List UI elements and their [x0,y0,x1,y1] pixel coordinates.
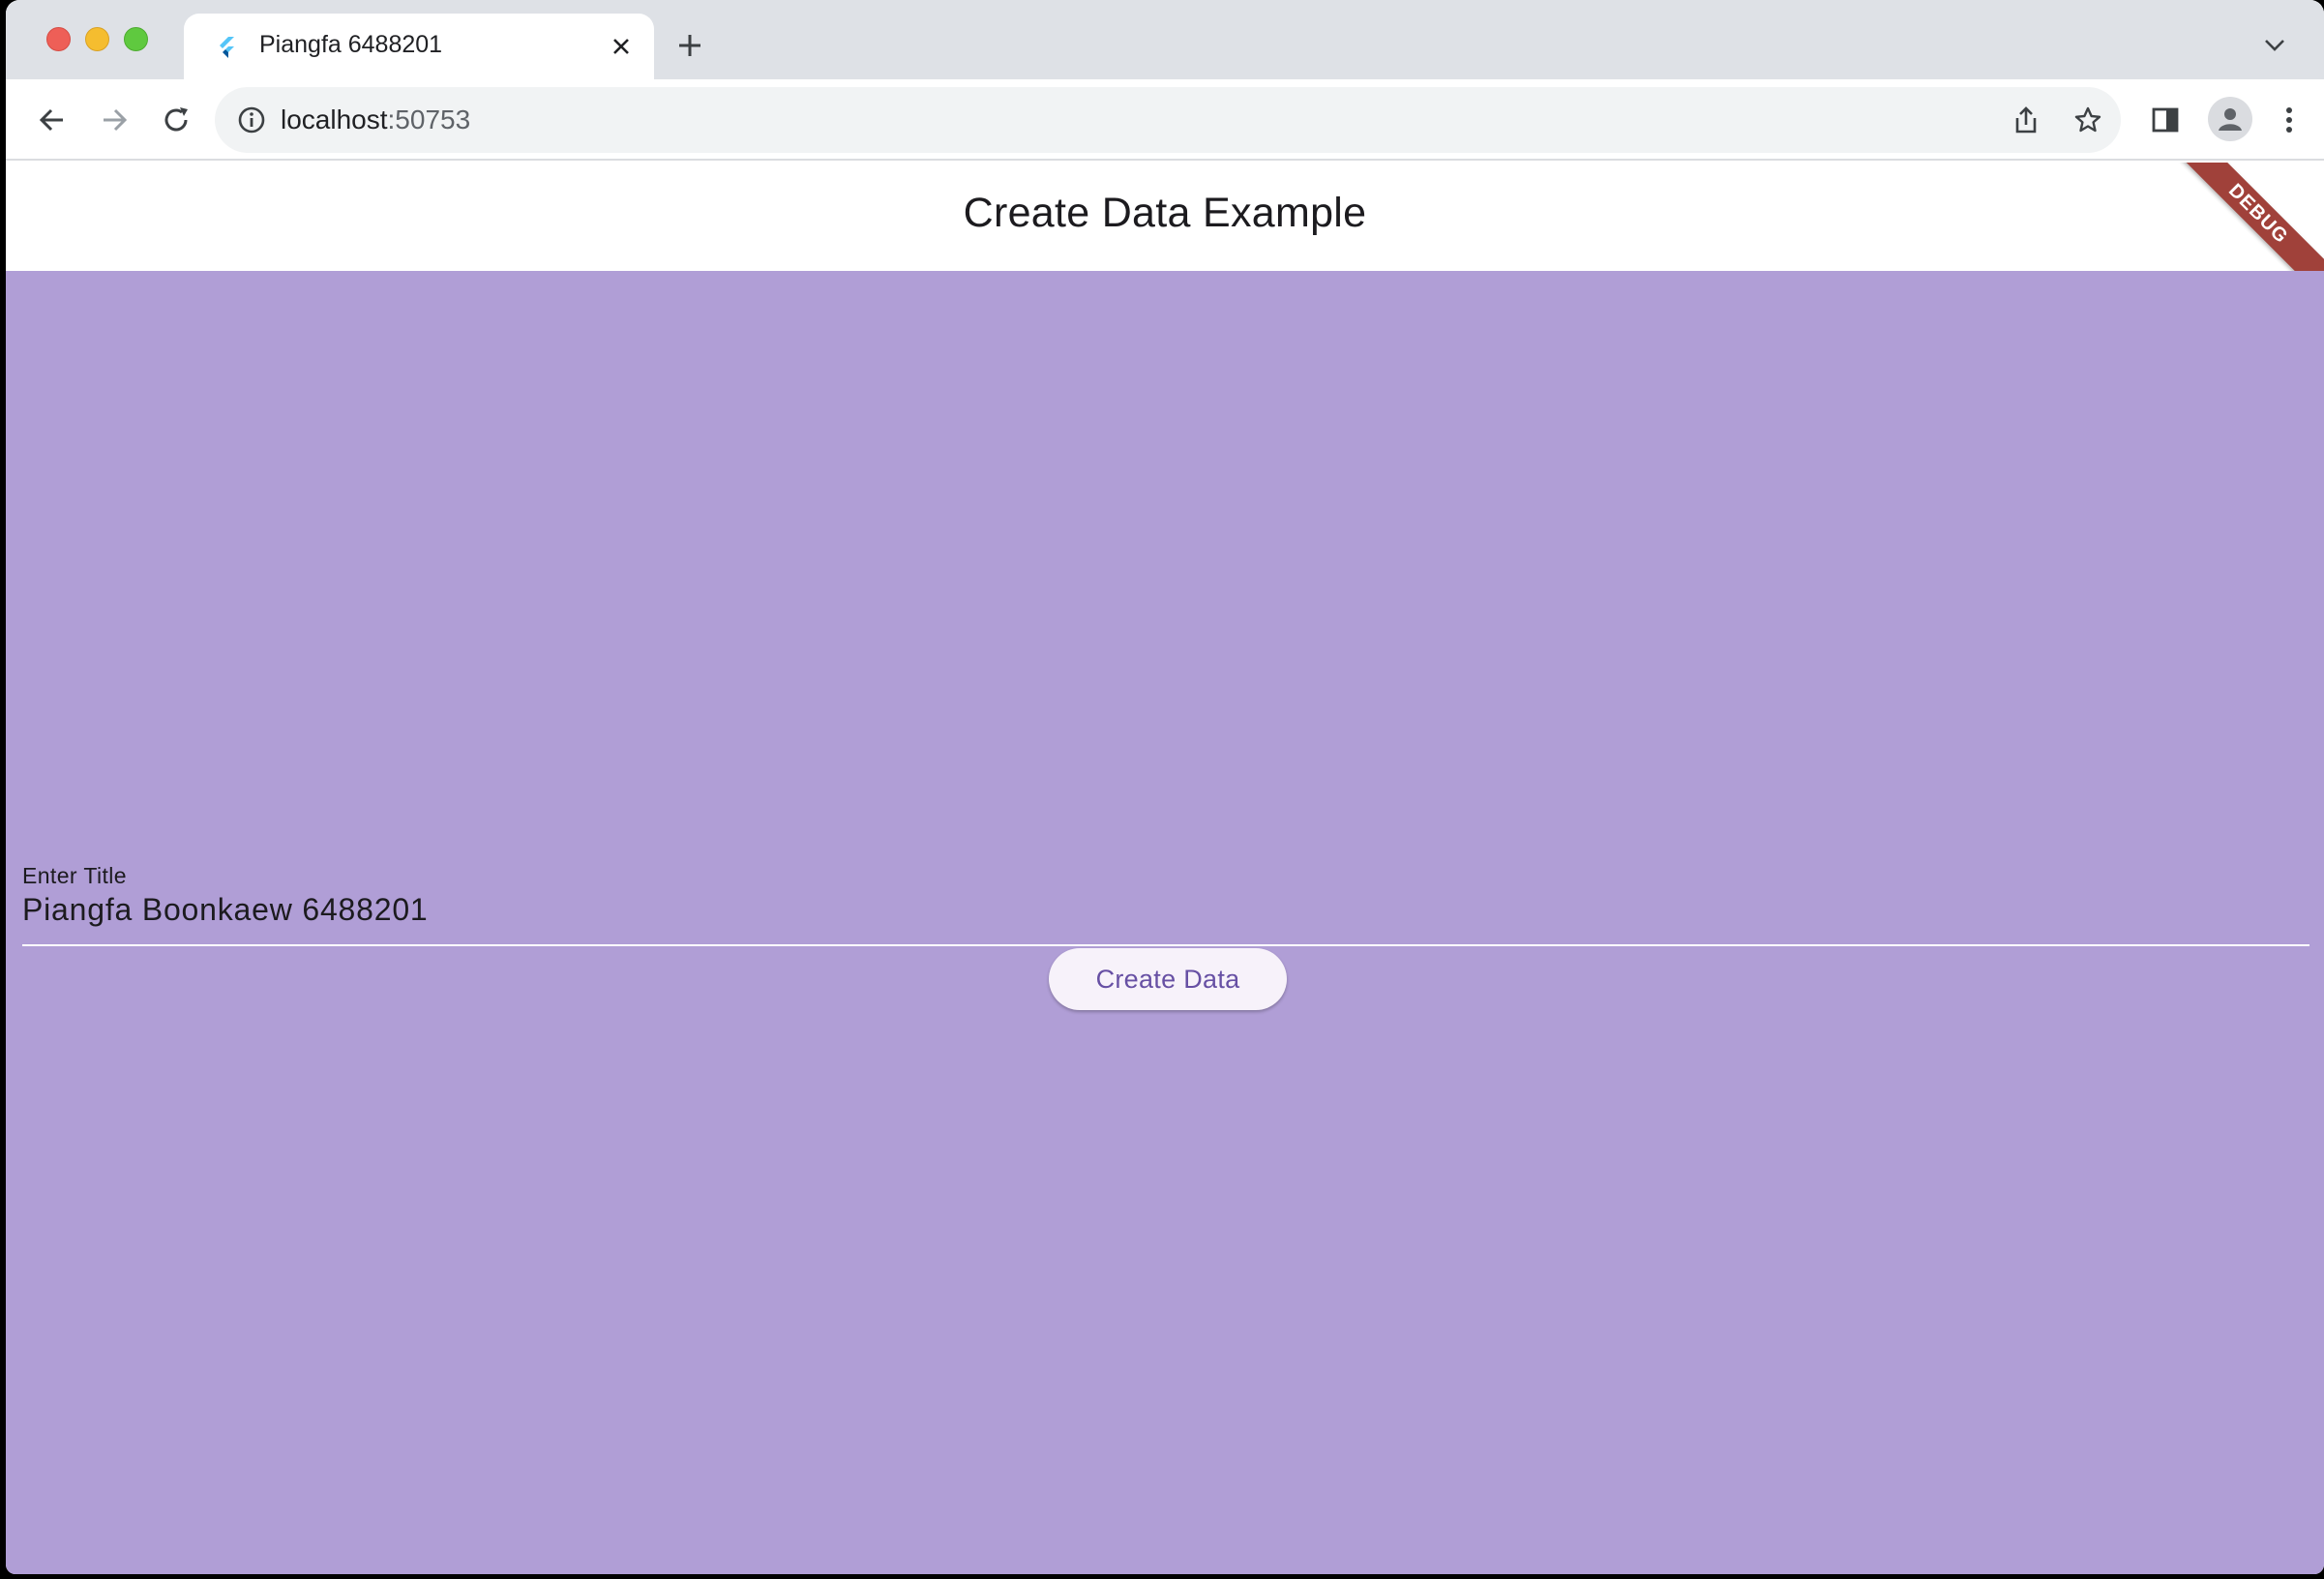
title-input-underline [22,944,2309,946]
browser-toolbar: localhost:50753 [6,79,2324,161]
more-menu-icon[interactable] [2268,99,2310,141]
close-window-button[interactable] [46,27,71,51]
side-panel-icon[interactable] [2144,99,2187,141]
app-bar: Create Data Example DEBUG [6,163,2324,271]
bookmark-star-icon[interactable] [2071,103,2105,137]
tab-strip: Piangfa 6488201 [6,0,2324,79]
title-field-label: Enter Title [22,863,127,888]
chevron-down-icon[interactable] [2260,31,2289,60]
minimize-window-button[interactable] [85,27,109,51]
app-body: Enter Title Piangfa Boonkaew 6488201 Cre… [6,271,2324,1574]
browser-window: Piangfa 6488201 localhost:50753 Create D… [6,0,2324,1574]
tab-title: Piangfa 6488201 [259,31,443,58]
flutter-icon [220,37,234,58]
url-host: localhost [281,104,388,134]
address-bar[interactable]: localhost:50753 [215,87,2121,153]
page-title: Create Data Example [963,190,1367,236]
info-icon[interactable] [236,104,267,135]
close-tab-icon[interactable] [606,31,637,62]
maximize-window-button[interactable] [124,27,148,51]
forward-arrow-icon[interactable] [93,99,135,141]
back-arrow-icon[interactable] [31,99,74,141]
title-input[interactable]: Piangfa Boonkaew 6488201 [22,892,429,928]
profile-avatar-icon[interactable] [2208,97,2252,141]
browser-tab[interactable]: Piangfa 6488201 [184,14,654,79]
url-port: :50753 [387,104,471,134]
create-data-button[interactable]: Create Data [1049,948,1287,1010]
new-tab-icon[interactable] [673,29,706,62]
share-icon[interactable] [2009,103,2043,137]
reload-icon[interactable] [155,99,197,141]
url-text: localhost:50753 [281,104,470,135]
